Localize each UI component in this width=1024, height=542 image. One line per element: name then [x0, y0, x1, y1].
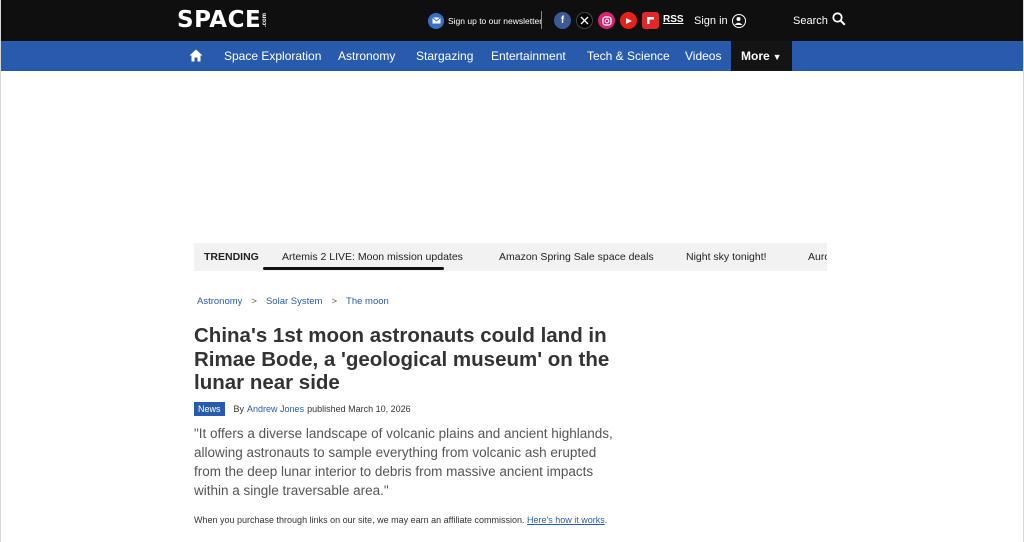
- rss-link[interactable]: RSS: [663, 14, 684, 25]
- search-label: Search: [793, 14, 828, 27]
- home-icon[interactable]: [189, 49, 203, 62]
- nav-entertainment[interactable]: Entertainment: [491, 41, 566, 71]
- nav-space-exploration[interactable]: Space Exploration: [224, 41, 321, 71]
- logo-text: SPACE: [177, 7, 262, 33]
- trending-item[interactable]: Night sky tonight!: [686, 243, 767, 271]
- breadcrumb-the-moon[interactable]: The moon: [346, 296, 389, 307]
- sign-in-button[interactable]: Sign in: [694, 12, 746, 29]
- article-standfirst: "It offers a diverse landscape of volcan…: [194, 426, 613, 498]
- breadcrumb-solar-system[interactable]: Solar System: [266, 296, 323, 307]
- youtube-icon[interactable]: [620, 12, 637, 29]
- trending-item[interactable]: Amazon Spring Sale space deals: [499, 243, 654, 271]
- nav-more-label: More: [741, 49, 770, 63]
- nav-videos[interactable]: Videos: [685, 41, 721, 71]
- author-link[interactable]: Andrew Jones: [247, 404, 304, 414]
- trending-scroll-indicator: [263, 267, 444, 270]
- publish-date: published March 10, 2026: [307, 404, 411, 414]
- trending-label: TRENDING: [204, 251, 259, 263]
- nav-more-button[interactable]: More ▼: [731, 41, 792, 71]
- page: SPACE .com Sign up to our newsletter f R…: [0, 0, 1024, 542]
- newsletter-label: Sign up to our newsletter: [448, 15, 543, 26]
- main-nav: Space Exploration Astronomy Stargazing E…: [1, 41, 1023, 71]
- byline-by: By: [233, 404, 245, 414]
- sign-in-label: Sign in: [694, 14, 728, 27]
- trending-item[interactable]: Auro: [808, 243, 827, 271]
- trending-bar: TRENDING Artemis 2 LIVE: Moon mission up…: [194, 243, 827, 271]
- affiliate-period: .: [604, 515, 608, 525]
- site-logo[interactable]: SPACE .com: [177, 8, 269, 32]
- breadcrumb: Astronomy > Solar System > The moon: [197, 296, 389, 307]
- newsletter-signup[interactable]: Sign up to our newsletter: [428, 12, 542, 29]
- search-button[interactable]: Search: [793, 12, 846, 29]
- facebook-icon[interactable]: f: [554, 12, 571, 29]
- breadcrumb-separator: >: [251, 296, 257, 307]
- divider: [541, 11, 542, 29]
- breadcrumb-astronomy[interactable]: Astronomy: [197, 296, 242, 307]
- user-icon: [731, 13, 746, 28]
- affiliate-text: When you purchase through links on our s…: [194, 515, 525, 525]
- x-icon[interactable]: [576, 12, 593, 29]
- logo-sub: .com: [262, 13, 269, 28]
- nav-astronomy[interactable]: Astronomy: [338, 41, 395, 71]
- flipboard-icon[interactable]: [642, 12, 659, 29]
- breadcrumb-separator: >: [331, 296, 338, 307]
- caret-down-icon: ▼: [772, 52, 782, 62]
- instagram-icon[interactable]: [598, 12, 615, 29]
- top-bar: SPACE .com Sign up to our newsletter f R…: [1, 0, 1023, 41]
- nav-stargazing[interactable]: Stargazing: [416, 41, 473, 71]
- nav-tech-science[interactable]: Tech & Science: [587, 41, 670, 71]
- article-headline: China's 1st moon astronauts could land i…: [194, 324, 610, 394]
- affiliate-how-it-works-link[interactable]: Here's how it works: [527, 515, 605, 525]
- search-icon: [832, 12, 846, 29]
- news-badge[interactable]: News: [194, 402, 225, 416]
- byline: News By Andrew Jones published March 10,…: [194, 402, 411, 416]
- envelope-icon: [428, 12, 444, 29]
- affiliate-disclaimer: When you purchase through links on our s…: [194, 514, 614, 526]
